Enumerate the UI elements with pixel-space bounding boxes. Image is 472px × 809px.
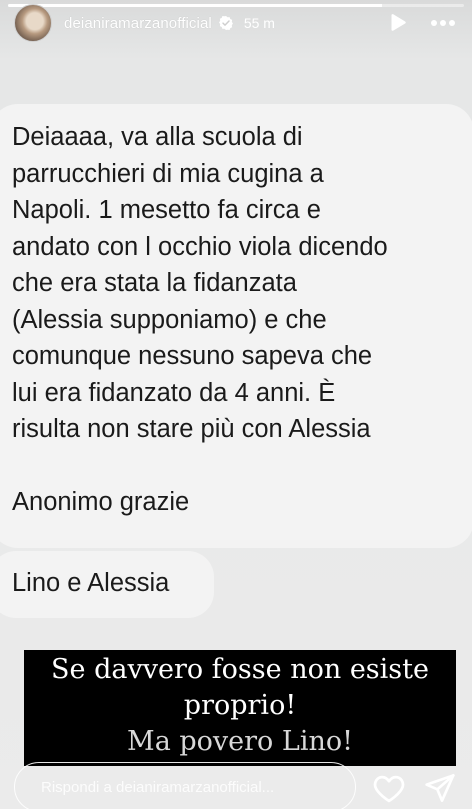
message-bubble-secondary: Lino e Alessia	[0, 551, 214, 618]
message-line: risulta non stare più con Alessia	[12, 415, 371, 443]
message-line: che era stata la fidanzata	[12, 269, 297, 297]
caption-line: Se davvero fosse non esiste	[51, 654, 429, 685]
message-line: andato con l occhio viola dicendo	[12, 232, 388, 261]
story-progress-bar	[8, 4, 464, 7]
username[interactable]: deianiramarzanofficial	[64, 15, 212, 32]
reply-input[interactable]	[39, 777, 333, 797]
story-viewer[interactable]: deianiramarzanofficial 55 m Deiaaaa, va …	[0, 0, 472, 809]
caption-line: proprio!	[183, 690, 297, 721]
message-line: parrucchieri di mia cugina a	[12, 159, 324, 188]
avatar[interactable]	[14, 4, 52, 42]
story-header: deianiramarzanofficial 55 m	[14, 4, 460, 42]
send-icon[interactable]	[424, 772, 456, 804]
message-line: Deiaaaa, va alla scuola di	[12, 123, 303, 151]
reply-bar[interactable]	[14, 762, 356, 809]
message-bubble: Deiaaaa, va alla scuola di parrucchieri …	[0, 104, 472, 548]
story-caption: Se davvero fosse non esiste proprio! Ma …	[24, 650, 456, 766]
heart-icon[interactable]	[372, 773, 406, 803]
message-line: comunque nessuno sapeva che	[12, 342, 373, 370]
message-signature: Anonimo grazie	[12, 487, 190, 516]
message-line: lui era fidanzato da 4 anni. È	[12, 378, 336, 407]
message-line: Napoli. 1 mesetto fa circa e	[12, 196, 321, 224]
message-line: (Alessia supponiamo) e che	[12, 305, 327, 334]
timestamp: 55 m	[243, 15, 275, 31]
caption-line: Ma povero Lino!	[127, 726, 353, 757]
message-line: Lino e Alessia	[12, 569, 170, 597]
more-horizontal-icon[interactable]	[430, 18, 456, 28]
verified-badge-icon	[218, 16, 233, 30]
play-icon[interactable]	[386, 12, 408, 34]
story-progress-fill	[8, 4, 382, 7]
